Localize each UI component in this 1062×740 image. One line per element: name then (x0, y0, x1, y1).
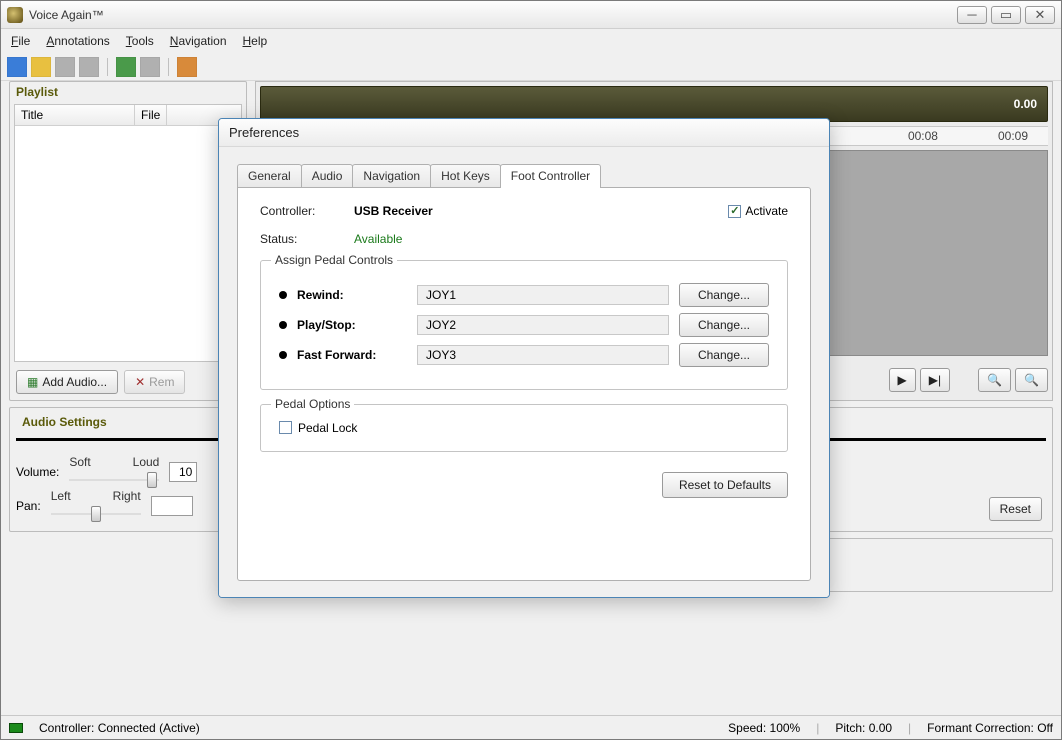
col-title[interactable]: Title (15, 105, 135, 125)
zoom-out-icon: 🔍 (987, 373, 1002, 387)
reset-button[interactable]: Reset (989, 497, 1042, 521)
status-controller: Controller: Connected (Active) (39, 721, 200, 735)
preferences-dialog: Preferences General Audio Navigation Hot… (218, 118, 830, 598)
menubar: File Annotations Tools Navigation Help (1, 29, 1061, 53)
activate-label: Activate (745, 204, 788, 218)
remove-audio-label: Rem (149, 375, 174, 389)
tab-hotkeys[interactable]: Hot Keys (430, 164, 501, 187)
activate-checkbox[interactable]: ✓ (728, 205, 741, 218)
toolbar-icon-6[interactable] (140, 57, 160, 77)
window-title: Voice Again™ (29, 8, 957, 22)
left-label: Left (51, 489, 71, 503)
tabs: General Audio Navigation Hot Keys Foot C… (237, 163, 811, 187)
status-bar: Controller: Connected (Active) Speed: 10… (1, 715, 1061, 739)
zoom-out-button[interactable]: 🔍 (978, 368, 1011, 392)
tab-foot-controller[interactable]: Foot Controller (500, 164, 601, 188)
tab-audio[interactable]: Audio (301, 164, 354, 187)
playlist-panel: Playlist Title File ▦ Add Audio... ✕ Rem (9, 81, 247, 401)
reset-defaults-button[interactable]: Reset to Defaults (662, 472, 788, 498)
pedal-options-group: Pedal Options Pedal Lock (260, 404, 788, 452)
change-playstop-button[interactable]: Change... (679, 313, 769, 337)
pedal-row-ff: Fast Forward: JOY3 Change... (279, 343, 769, 367)
status-value: Available (354, 232, 402, 246)
minimize-button[interactable]: ─ (957, 6, 987, 24)
pan-value[interactable] (151, 496, 193, 516)
add-audio-button[interactable]: ▦ Add Audio... (16, 370, 118, 394)
playstop-label: Play/Stop: (297, 318, 407, 332)
pedal-lock-checkbox[interactable] (279, 421, 292, 434)
skip-icon: ▶| (929, 373, 941, 387)
volume-slider[interactable] (69, 471, 159, 489)
ff-label: Fast Forward: (297, 348, 407, 362)
right-label: Right (113, 489, 141, 503)
assign-title: Assign Pedal Controls (271, 253, 397, 267)
status-formant: Formant Correction: Off (927, 721, 1053, 735)
zoom-in-icon: 🔍 (1024, 373, 1039, 387)
status-speed: Speed: 100% (728, 721, 800, 735)
time-counter: 0.00 (260, 86, 1048, 122)
tab-panel-foot: Controller: USB Receiver ✓ Activate Stat… (237, 187, 811, 581)
remove-audio-button: ✕ Rem (124, 370, 185, 394)
ruler-tick: 00:09 (998, 129, 1028, 143)
toolbar-separator (168, 58, 169, 76)
titlebar: Voice Again™ ─ ▭ ✕ (1, 1, 1061, 29)
volume-label: Volume: (16, 465, 59, 479)
volume-value[interactable]: 10 (169, 462, 197, 482)
pan-label: Pan: (16, 499, 41, 513)
change-rewind-button[interactable]: Change... (679, 283, 769, 307)
col-file[interactable]: File (135, 105, 167, 125)
menu-help[interactable]: Help (243, 34, 268, 48)
pedal-row-playstop: Play/Stop: JOY2 Change... (279, 313, 769, 337)
menu-navigation[interactable]: Navigation (170, 34, 227, 48)
dialog-title: Preferences (219, 119, 829, 147)
toolbar-icon-2[interactable] (31, 57, 51, 77)
toolbar-icon-4[interactable] (79, 57, 99, 77)
soft-label: Soft (69, 455, 90, 469)
loud-label: Loud (133, 455, 160, 469)
maximize-button[interactable]: ▭ (991, 6, 1021, 24)
status-label: Status: (260, 232, 340, 246)
controller-value: USB Receiver (354, 204, 433, 218)
counter-value: 0.00 (1014, 97, 1037, 111)
zoom-in-button[interactable]: 🔍 (1015, 368, 1048, 392)
bullet-icon (279, 321, 287, 329)
playstop-value: JOY2 (417, 315, 669, 335)
assign-pedal-group: Assign Pedal Controls Rewind: JOY1 Chang… (260, 260, 788, 390)
pedal-lock-label: Pedal Lock (298, 421, 357, 435)
x-icon: ✕ (135, 375, 145, 389)
play-button[interactable]: ▶ (889, 368, 916, 392)
pan-slider[interactable] (51, 505, 141, 523)
status-led-icon (9, 723, 23, 733)
add-audio-label: Add Audio... (42, 375, 107, 389)
status-pitch: Pitch: 0.00 (835, 721, 892, 735)
app-icon (7, 7, 23, 23)
menu-tools[interactable]: Tools (126, 34, 154, 48)
options-title: Pedal Options (271, 397, 354, 411)
rewind-value: JOY1 (417, 285, 669, 305)
bullet-icon (279, 291, 287, 299)
play-icon: ▶ (898, 373, 907, 387)
toolbar-icon-1[interactable] (7, 57, 27, 77)
tab-general[interactable]: General (237, 164, 302, 187)
toolbar (1, 53, 1061, 81)
toolbar-icon-3[interactable] (55, 57, 75, 77)
ff-value: JOY3 (417, 345, 669, 365)
pedal-row-rewind: Rewind: JOY1 Change... (279, 283, 769, 307)
toolbar-icon-5[interactable] (116, 57, 136, 77)
ruler-tick: 00:08 (908, 129, 938, 143)
toolbar-icon-7[interactable] (177, 57, 197, 77)
rewind-label: Rewind: (297, 288, 407, 302)
bullet-icon (279, 351, 287, 359)
menu-file[interactable]: File (11, 34, 30, 48)
controller-label: Controller: (260, 204, 340, 218)
playlist-title: Playlist (10, 82, 246, 102)
change-ff-button[interactable]: Change... (679, 343, 769, 367)
next-button[interactable]: ▶| (920, 368, 950, 392)
plus-icon: ▦ (27, 375, 38, 389)
menu-annotations[interactable]: Annotations (46, 34, 109, 48)
tab-navigation[interactable]: Navigation (352, 164, 431, 187)
close-button[interactable]: ✕ (1025, 6, 1055, 24)
playlist-table[interactable]: Title File (14, 104, 242, 362)
toolbar-separator (107, 58, 108, 76)
